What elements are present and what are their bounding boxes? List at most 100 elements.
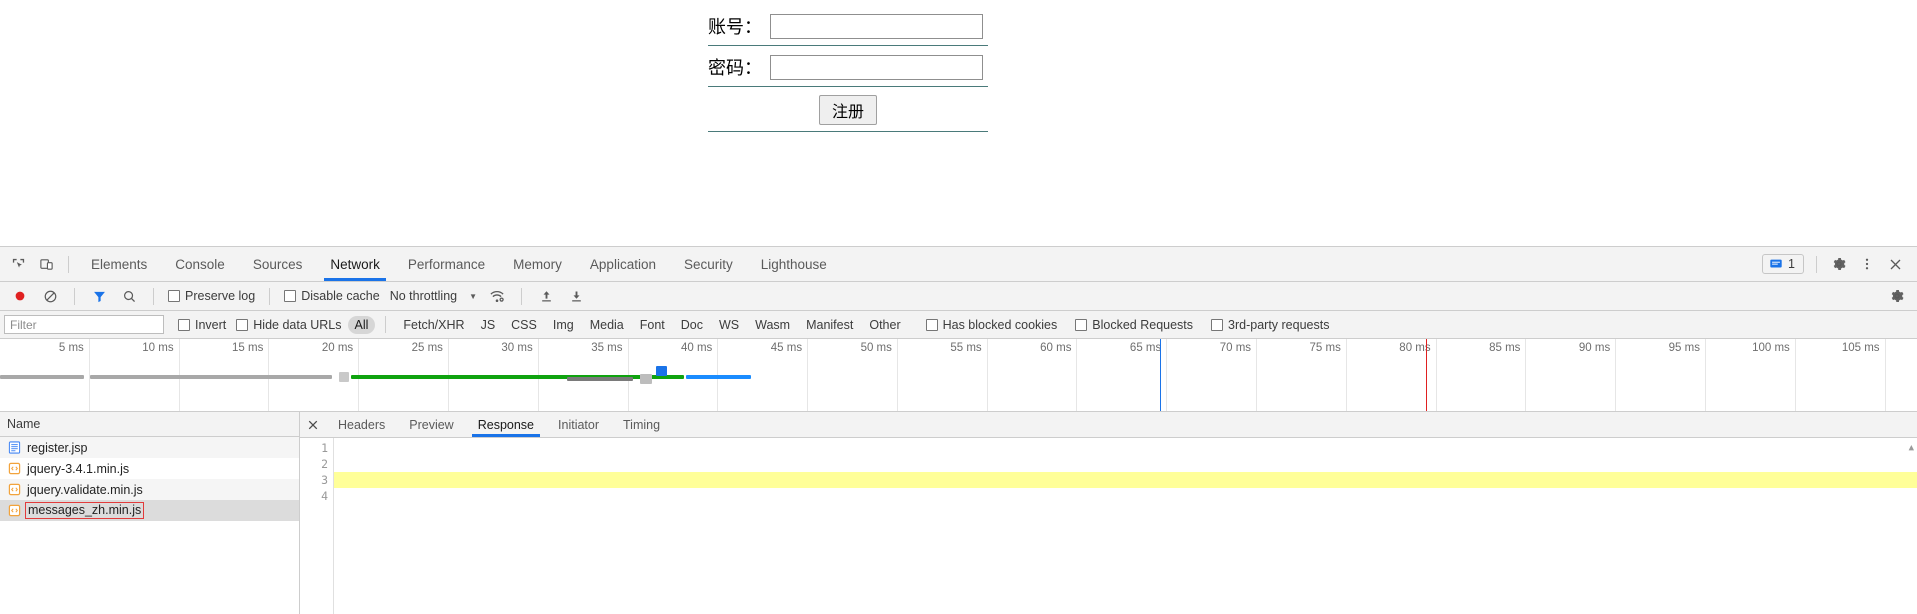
- chevron-down-icon: ▼: [469, 291, 478, 301]
- invert-label: Invert: [195, 317, 227, 332]
- tab-application[interactable]: Application: [576, 247, 670, 281]
- filter-input[interactable]: [4, 315, 164, 334]
- tab-security[interactable]: Security: [670, 247, 747, 281]
- preserve-log-checkbox[interactable]: Preserve log: [164, 289, 259, 303]
- tab-memory[interactable]: Memory: [499, 247, 576, 281]
- type-filter-css[interactable]: CSS: [504, 316, 544, 334]
- detail-tab-headers[interactable]: Headers: [326, 412, 397, 437]
- request-name: messages_zh.min.js: [25, 502, 145, 519]
- line-number: 3: [321, 473, 328, 487]
- tab-performance[interactable]: Performance: [394, 247, 499, 281]
- toolbar-divider-4: [521, 287, 523, 305]
- register-button[interactable]: 注册: [818, 95, 877, 125]
- blocked-requests-checkbox[interactable]: Blocked Requests: [1071, 318, 1197, 332]
- request-row-jquery-validate-min-js[interactable]: jquery.validate.min.js: [0, 479, 299, 500]
- script-icon: [7, 483, 21, 497]
- network-settings-icon[interactable]: [1883, 282, 1911, 310]
- has-blocked-cookies-box: [925, 318, 938, 331]
- filter-button[interactable]: [85, 282, 113, 310]
- type-filter-wasm[interactable]: Wasm: [748, 316, 797, 334]
- network-conditions-icon[interactable]: [483, 282, 511, 310]
- type-filter-media[interactable]: Media: [583, 316, 631, 334]
- scroll-up-indicator: ▲: [1908, 443, 1914, 453]
- tab-sources[interactable]: Sources: [239, 247, 317, 281]
- request-row-register-jsp[interactable]: register.jsp: [0, 437, 299, 458]
- type-filter-other[interactable]: Other: [862, 316, 907, 334]
- third-party-box: [1211, 318, 1224, 331]
- disable-cache-checkbox[interactable]: Disable cache: [280, 289, 384, 303]
- throttling-value: No throttling: [389, 289, 458, 303]
- account-input[interactable]: [770, 13, 983, 39]
- timeline-request-bar: [339, 372, 349, 382]
- script-icon: [7, 504, 21, 518]
- record-button[interactable]: [6, 282, 34, 310]
- devtools-tabbar: Elements Console Sources Network Perform…: [0, 247, 1917, 282]
- script-icon: [7, 462, 21, 476]
- has-blocked-cookies-checkbox[interactable]: Has blocked cookies: [922, 318, 1062, 332]
- hide-data-urls-box: [236, 318, 249, 331]
- response-body-viewer[interactable]: 1 2 3 4 il:"璇疯緭鍏ユ湁鏁堢殑鐢靛瓙閭欢鍦板潃",url:"璇疯緭鍏…: [300, 438, 1917, 614]
- message-badge[interactable]: 1: [1762, 254, 1804, 274]
- detail-tab-initiator[interactable]: Initiator: [546, 412, 611, 437]
- tabbar-divider: [68, 255, 69, 273]
- third-party-requests-checkbox[interactable]: 3rd-party requests: [1207, 318, 1333, 332]
- tab-elements[interactable]: Elements: [77, 247, 161, 281]
- timeline-request-bar: [90, 375, 332, 379]
- network-toolbar: Preserve log Disable cache No throttling…: [0, 282, 1917, 311]
- search-button[interactable]: [115, 282, 143, 310]
- type-filter-doc[interactable]: Doc: [674, 316, 710, 334]
- tab-console[interactable]: Console: [161, 247, 239, 281]
- throttling-select[interactable]: No throttling ▼: [386, 289, 481, 303]
- detail-close-icon[interactable]: [300, 412, 326, 437]
- document-icon: [7, 441, 21, 455]
- register-form: 账号： 密码： 注册: [708, 13, 988, 132]
- has-blocked-cookies-label: Has blocked cookies: [942, 317, 1058, 332]
- timeline-tick-label: 105 ms: [1841, 342, 1880, 354]
- import-har-button[interactable]: [532, 282, 560, 310]
- type-filter-all[interactable]: All: [347, 315, 376, 334]
- blocked-requests-box: [1075, 318, 1088, 331]
- export-har-button[interactable]: [562, 282, 590, 310]
- detail-tab-response[interactable]: Response: [466, 412, 546, 437]
- password-input[interactable]: [770, 54, 983, 80]
- account-label: 账号：: [708, 17, 762, 38]
- response-code-lines: il:"璇疯緭鍏ユ湁鏁堢殑鐢靛瓙閭欢鍦板潃",url:"璇疯緭鍏ユ湁鏁堢殑缃戝潃…: [334, 438, 1917, 614]
- request-row-jquery-min-js[interactable]: jquery-3.4.1.min.js: [0, 458, 299, 479]
- rendered-page: 账号： 密码： 注册: [0, 0, 1917, 246]
- hide-data-urls-checkbox[interactable]: Hide data URLs: [232, 318, 345, 332]
- tab-network[interactable]: Network: [316, 247, 394, 281]
- tab-lighthouse[interactable]: Lighthouse: [747, 247, 841, 281]
- toolbar-divider-1: [74, 287, 75, 305]
- detail-tab-timing[interactable]: Timing: [611, 412, 672, 437]
- type-filter-fetch-xhr[interactable]: Fetch/XHR: [396, 316, 471, 334]
- type-filter-manifest[interactable]: Manifest: [799, 316, 860, 334]
- type-filter-ws[interactable]: WS: [712, 316, 746, 334]
- kebab-menu-icon[interactable]: [1853, 250, 1881, 278]
- device-toolbar-icon[interactable]: [32, 250, 60, 278]
- type-filter-js[interactable]: JS: [474, 316, 503, 334]
- timeline-request-bar: [686, 375, 752, 379]
- filter-divider: [385, 316, 387, 333]
- request-name: jquery-3.4.1.min.js: [27, 461, 130, 476]
- network-lower-split: Name register.jsp jquery-3.4.1.min.js jq…: [0, 412, 1917, 614]
- request-row-messages-zh-min-js[interactable]: messages_zh.min.js: [0, 500, 299, 521]
- disable-cache-label: Disable cache: [301, 289, 380, 303]
- type-filter-font[interactable]: Font: [633, 316, 672, 334]
- tabbar-actions: 1: [1762, 250, 1917, 278]
- request-list-header[interactable]: Name: [0, 412, 299, 437]
- devtools-tab-list: Elements Console Sources Network Perform…: [77, 247, 841, 281]
- actions-divider: [1816, 255, 1817, 273]
- clear-button[interactable]: [36, 282, 64, 310]
- network-overview-timeline[interactable]: 5 ms 10 ms 15 ms 20 ms 25 ms 30 ms 35 ms 40 ms 4…: [0, 339, 1917, 412]
- close-icon[interactable]: [1881, 250, 1909, 278]
- inspect-element-icon[interactable]: [4, 250, 32, 278]
- detail-tab-preview[interactable]: Preview: [397, 412, 465, 437]
- message-count: 1: [1788, 257, 1795, 271]
- type-filter-img[interactable]: Img: [546, 316, 581, 334]
- request-detail-pane: Headers Preview Response Initiator Timin…: [300, 412, 1917, 614]
- gear-icon[interactable]: [1825, 250, 1853, 278]
- disable-cache-box: [284, 290, 297, 302]
- invert-checkbox[interactable]: Invert: [174, 318, 230, 332]
